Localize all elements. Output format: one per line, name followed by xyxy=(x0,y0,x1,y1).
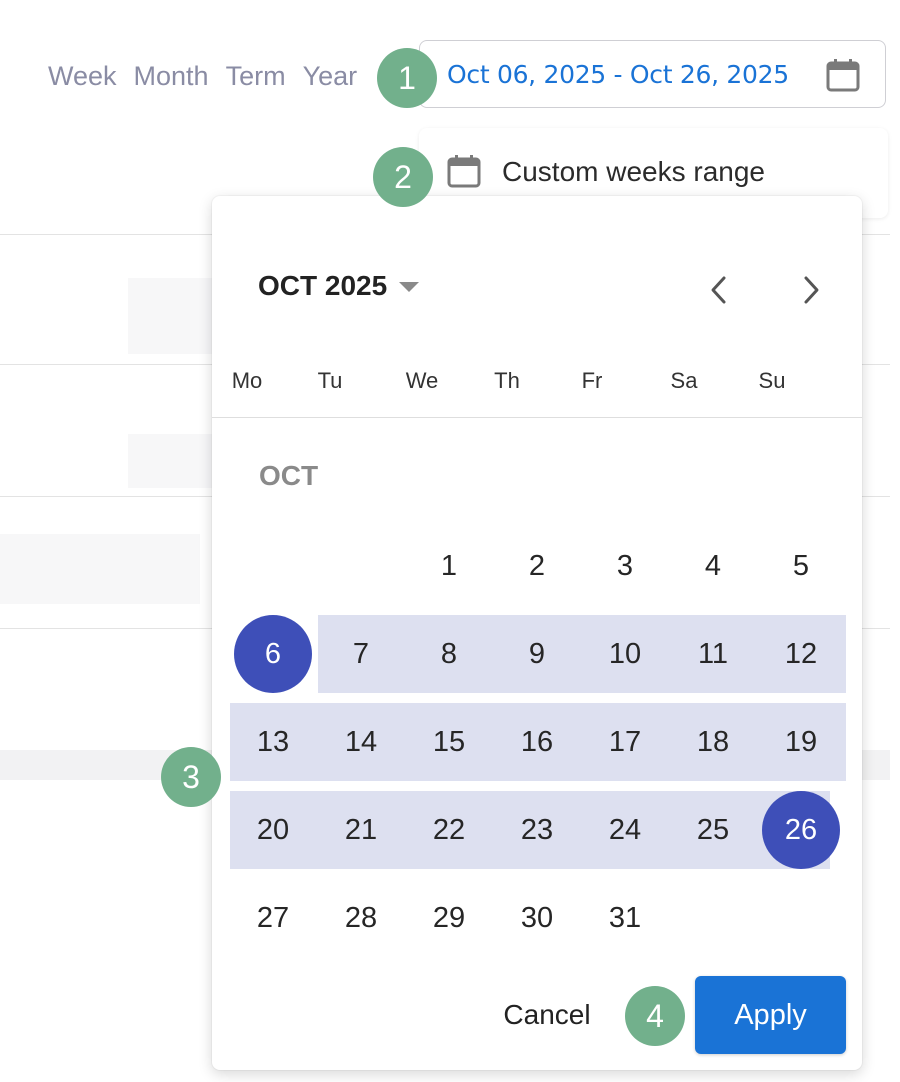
calendar-day-number: 16 xyxy=(520,726,554,758)
month-selector[interactable]: OCT 2025 xyxy=(258,270,420,302)
calendar-day-number: 4 xyxy=(704,550,722,582)
custom-weeks-range-label: Custom weeks range xyxy=(502,156,766,187)
calendar-popover: OCT 2025 Mo Tu We Th Fr Sa Su OCT 123456… xyxy=(212,196,862,1070)
calendar-day[interactable]: 27 xyxy=(233,879,313,957)
calendar-day[interactable]: 1 xyxy=(409,527,489,605)
calendar-day[interactable]: 4 xyxy=(673,527,753,605)
tab-month[interactable]: Month xyxy=(134,61,209,92)
calendar-day-number: 10 xyxy=(608,638,642,670)
range-end-day[interactable]: 26 xyxy=(761,791,841,869)
calendar-day-number: 20 xyxy=(256,814,290,846)
calendar-day[interactable]: 28 xyxy=(321,879,401,957)
caret-down-icon xyxy=(399,282,420,292)
calendar-day[interactable]: 20 xyxy=(233,791,313,869)
calendar-day[interactable]: 30 xyxy=(497,879,577,957)
tab-year[interactable]: Year xyxy=(303,61,358,92)
calendar-day[interactable]: 15 xyxy=(409,703,489,781)
calendar-day-number: 24 xyxy=(608,814,642,846)
calendar-day[interactable]: 10 xyxy=(585,615,665,693)
calendar-day-number: 13 xyxy=(256,726,290,758)
weekday-label: Th xyxy=(494,368,520,393)
calendar-day[interactable]: 7 xyxy=(321,615,401,693)
calendar-day[interactable]: 3 xyxy=(585,527,665,605)
calendar-day-number: 5 xyxy=(792,550,810,582)
date-range-field[interactable]: Oct 06, 2025 - Oct 26, 2025 xyxy=(419,40,886,108)
chevron-right-icon[interactable] xyxy=(790,270,830,310)
calendar-day-number: 25 xyxy=(696,814,730,846)
calendar-day-number: 26 xyxy=(784,814,818,846)
calendar-day-number: 22 xyxy=(432,814,466,846)
calendar-day[interactable]: 22 xyxy=(409,791,489,869)
calendar-icon xyxy=(447,155,481,188)
calendar-day-number: 19 xyxy=(784,726,818,758)
background-cell xyxy=(128,434,218,488)
calendar-day[interactable]: 23 xyxy=(497,791,577,869)
weekday-label: Tu xyxy=(317,368,343,393)
background-cell xyxy=(128,278,218,354)
calendar-day-number: 8 xyxy=(440,638,458,670)
calendar-day-number: 27 xyxy=(256,902,290,934)
calendar-day[interactable]: 21 xyxy=(321,791,401,869)
weekday-label: Sa xyxy=(670,368,698,393)
calendar-day[interactable]: 17 xyxy=(585,703,665,781)
calendar-day-number: 11 xyxy=(697,638,729,670)
calendar-day-number: 18 xyxy=(696,726,730,758)
weekday-label: Mo xyxy=(231,368,263,393)
period-tabs: Week Month Term Year xyxy=(48,56,357,96)
calendar-day-number: 31 xyxy=(608,902,642,934)
range-start-day[interactable]: 6 xyxy=(233,615,313,693)
calendar-day[interactable]: 16 xyxy=(497,703,577,781)
weekday-label: Fr xyxy=(581,368,603,393)
month-year-label: OCT 2025 xyxy=(258,270,388,301)
weekday-label: Su xyxy=(758,368,786,393)
tab-week[interactable]: Week xyxy=(48,61,117,92)
calendar-day[interactable]: 14 xyxy=(321,703,401,781)
calendar-day-number: 29 xyxy=(432,902,466,934)
calendar-day[interactable]: 9 xyxy=(497,615,577,693)
calendar-day[interactable]: 29 xyxy=(409,879,489,957)
calendar-day[interactable]: 25 xyxy=(673,791,753,869)
calendar-icon xyxy=(826,59,860,92)
background-cell xyxy=(0,534,200,604)
calendar-day[interactable]: 8 xyxy=(409,615,489,693)
calendar-day-number: 3 xyxy=(616,550,634,582)
date-range-value: Oct 06, 2025 - Oct 26, 2025 xyxy=(447,59,789,89)
calendar-day-number: 14 xyxy=(344,726,378,758)
calendar-day-number: 30 xyxy=(520,902,554,934)
calendar-day[interactable]: 12 xyxy=(761,615,841,693)
calendar-day-number: 15 xyxy=(432,726,466,758)
chevron-left-icon[interactable] xyxy=(700,270,740,310)
month-section-label: OCT xyxy=(259,460,319,491)
step-marker-1: 1 xyxy=(377,48,437,108)
step-marker-2: 2 xyxy=(373,147,433,207)
calendar-day[interactable]: 5 xyxy=(761,527,841,605)
weekday-divider xyxy=(212,417,862,418)
calendar-day-number: 2 xyxy=(528,550,546,582)
calendar-day-number: 7 xyxy=(352,638,370,670)
calendar-day[interactable]: 11 xyxy=(673,615,753,693)
weekday-label: We xyxy=(405,368,439,393)
tab-term[interactable]: Term xyxy=(226,61,286,92)
calendar-day-number: 23 xyxy=(520,814,554,846)
apply-button[interactable]: Apply xyxy=(695,976,846,1054)
step-marker-3: 3 xyxy=(161,747,221,807)
calendar-day[interactable]: 18 xyxy=(673,703,753,781)
calendar-day[interactable]: 13 xyxy=(233,703,313,781)
calendar-day-number: 9 xyxy=(528,638,546,670)
calendar-day[interactable]: 2 xyxy=(497,527,577,605)
calendar-day-number: 12 xyxy=(784,638,818,670)
calendar-day-number: 6 xyxy=(264,638,282,670)
step-marker-4: 4 xyxy=(625,986,685,1046)
calendar-day-number: 17 xyxy=(608,726,642,758)
calendar-day[interactable]: 24 xyxy=(585,791,665,869)
calendar-day-number: 1 xyxy=(440,550,458,582)
calendar-day[interactable]: 31 xyxy=(585,879,665,957)
calendar-day-number: 21 xyxy=(344,814,378,846)
calendar-day[interactable]: 19 xyxy=(761,703,841,781)
cancel-button[interactable]: Cancel xyxy=(478,976,616,1054)
calendar-day-number: 28 xyxy=(344,902,378,934)
